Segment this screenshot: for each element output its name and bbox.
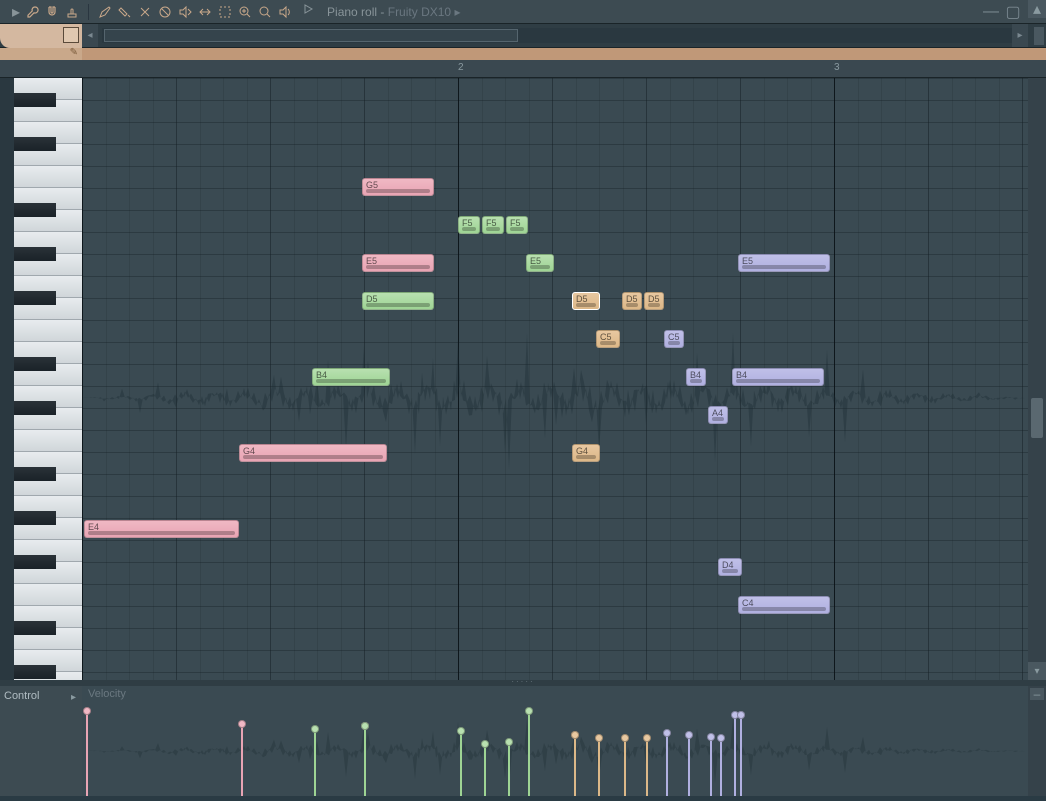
note-D5[interactable]: D5 <box>622 292 642 310</box>
overview-scroll-right[interactable]: ▸ <box>1012 24 1028 47</box>
slip-icon[interactable] <box>197 4 213 20</box>
piano-key-white[interactable] <box>14 584 82 606</box>
overview-track[interactable] <box>102 28 1026 43</box>
note-D4[interactable]: D4 <box>718 558 742 576</box>
preview-icon[interactable] <box>301 2 315 21</box>
minimize-button[interactable]: ― <box>984 5 998 19</box>
zoom2sel-icon[interactable] <box>237 4 253 20</box>
vscroll-thumb[interactable] <box>1031 398 1043 438</box>
control-waveform <box>82 706 1028 796</box>
titlebar: ▸ Piano roll - Fruity DX10 ▸ ― ▢ ✕ <box>0 0 1046 24</box>
note-E5[interactable]: E5 <box>362 254 434 272</box>
piano-key-black[interactable] <box>14 291 56 305</box>
note-B4[interactable]: B4 <box>312 368 390 386</box>
control-collapse-button[interactable]: – <box>1030 688 1044 700</box>
ruler-bar-3: 3 <box>834 62 840 73</box>
note-E5[interactable]: E5 <box>738 254 830 272</box>
note-E4[interactable]: E4 <box>84 520 239 538</box>
piano-key-black[interactable] <box>14 93 56 107</box>
control-label-area[interactable]: Control ▸ <box>0 686 82 796</box>
note-B4[interactable]: B4 <box>732 368 824 386</box>
control-right: – <box>1028 686 1046 796</box>
piano-key-black[interactable] <box>14 467 56 481</box>
piano-keyboard[interactable] <box>0 78 82 680</box>
note-G4[interactable]: G4 <box>572 444 600 462</box>
piano-key-white[interactable] <box>14 430 82 452</box>
paint-icon[interactable] <box>117 4 133 20</box>
speaker-icon[interactable] <box>277 4 293 20</box>
velocity-editor[interactable]: Velocity <box>82 686 1028 796</box>
target-channel-row[interactable] <box>0 48 1046 60</box>
overview-corner[interactable] <box>0 24 82 48</box>
title-instrument: Fruity DX10 <box>388 5 451 19</box>
mute-icon[interactable] <box>177 4 193 20</box>
overview-scroll-left[interactable]: ◂ <box>82 24 98 47</box>
piano-key-black[interactable] <box>14 665 56 679</box>
slice-icon[interactable] <box>137 4 153 20</box>
play-menu-icon[interactable]: ▸ <box>12 2 20 22</box>
key-strip <box>0 78 14 680</box>
vscroll-down[interactable]: ▾ <box>1028 662 1046 680</box>
piano-key-black[interactable] <box>14 357 56 371</box>
main-area: E4G4B4G5E5D5F5F5F5E5D5G4C5D5D5C5B4A4D4B4… <box>0 78 1046 680</box>
note-D5[interactable]: D5 <box>572 292 600 310</box>
note-B4[interactable]: B4 <box>686 368 706 386</box>
note-D5[interactable]: D5 <box>362 292 434 310</box>
piano-key-black[interactable] <box>14 621 56 635</box>
select-icon[interactable] <box>217 4 233 20</box>
vscroll-up[interactable]: ▴ <box>1028 0 1046 18</box>
toolbar: ▸ Piano roll - Fruity DX10 ▸ <box>0 2 460 22</box>
note-C5[interactable]: C5 <box>664 330 684 348</box>
note-F5[interactable]: F5 <box>506 216 528 234</box>
stamp-icon[interactable] <box>64 4 80 20</box>
note-C5[interactable]: C5 <box>596 330 620 348</box>
control-param-label: Velocity <box>88 688 126 700</box>
wrench-icon[interactable] <box>24 4 40 20</box>
control-panel: Control ▸ Velocity – <box>0 686 1046 796</box>
window-title: Piano roll - Fruity DX10 ▸ <box>327 5 460 19</box>
piano-key-black[interactable] <box>14 401 56 415</box>
maximize-button[interactable]: ▢ <box>1006 5 1020 19</box>
title-main: Piano roll <box>327 5 377 19</box>
ruler-track[interactable]: 2 3 <box>82 60 1046 77</box>
draw-icon[interactable] <box>97 4 113 20</box>
zoom-icon[interactable] <box>257 4 273 20</box>
piano-key-white[interactable] <box>14 320 82 342</box>
piano-key-black[interactable] <box>14 137 56 151</box>
overview-viewport[interactable] <box>104 29 518 42</box>
ruler-bar-2: 2 <box>458 62 464 73</box>
ruler-corner <box>0 60 82 77</box>
target-track[interactable] <box>82 48 1046 60</box>
magnet-icon[interactable] <box>44 4 60 20</box>
overview-bar: ◂ ▸ <box>0 24 1046 48</box>
note-C4[interactable]: C4 <box>738 596 830 614</box>
note-G5[interactable]: G5 <box>362 178 434 196</box>
time-ruler[interactable]: 2 3 ▴ <box>0 60 1046 78</box>
piano-key-black[interactable] <box>14 555 56 569</box>
note-F5[interactable]: F5 <box>482 216 504 234</box>
note-G4[interactable]: G4 <box>239 444 387 462</box>
control-menu-icon[interactable]: ▸ <box>71 692 76 703</box>
overview-options[interactable] <box>1034 27 1044 45</box>
erase-icon[interactable] <box>157 4 173 20</box>
note-F5[interactable]: F5 <box>458 216 480 234</box>
toolbar-separator <box>88 4 89 20</box>
piano-key-black[interactable] <box>14 203 56 217</box>
note-A4[interactable]: A4 <box>708 406 728 424</box>
vertical-scrollbar[interactable]: ▾ <box>1028 78 1046 680</box>
note-E5[interactable]: E5 <box>526 254 554 272</box>
note-grid[interactable]: E4G4B4G5E5D5F5F5F5E5D5G4C5D5D5C5B4A4D4B4… <box>82 78 1028 680</box>
control-label: Control <box>4 690 39 702</box>
piano-key-black[interactable] <box>14 511 56 525</box>
target-corner[interactable] <box>0 48 82 60</box>
piano-key-black[interactable] <box>14 247 56 261</box>
note-D5[interactable]: D5 <box>644 292 664 310</box>
piano-key-white[interactable] <box>14 166 82 188</box>
